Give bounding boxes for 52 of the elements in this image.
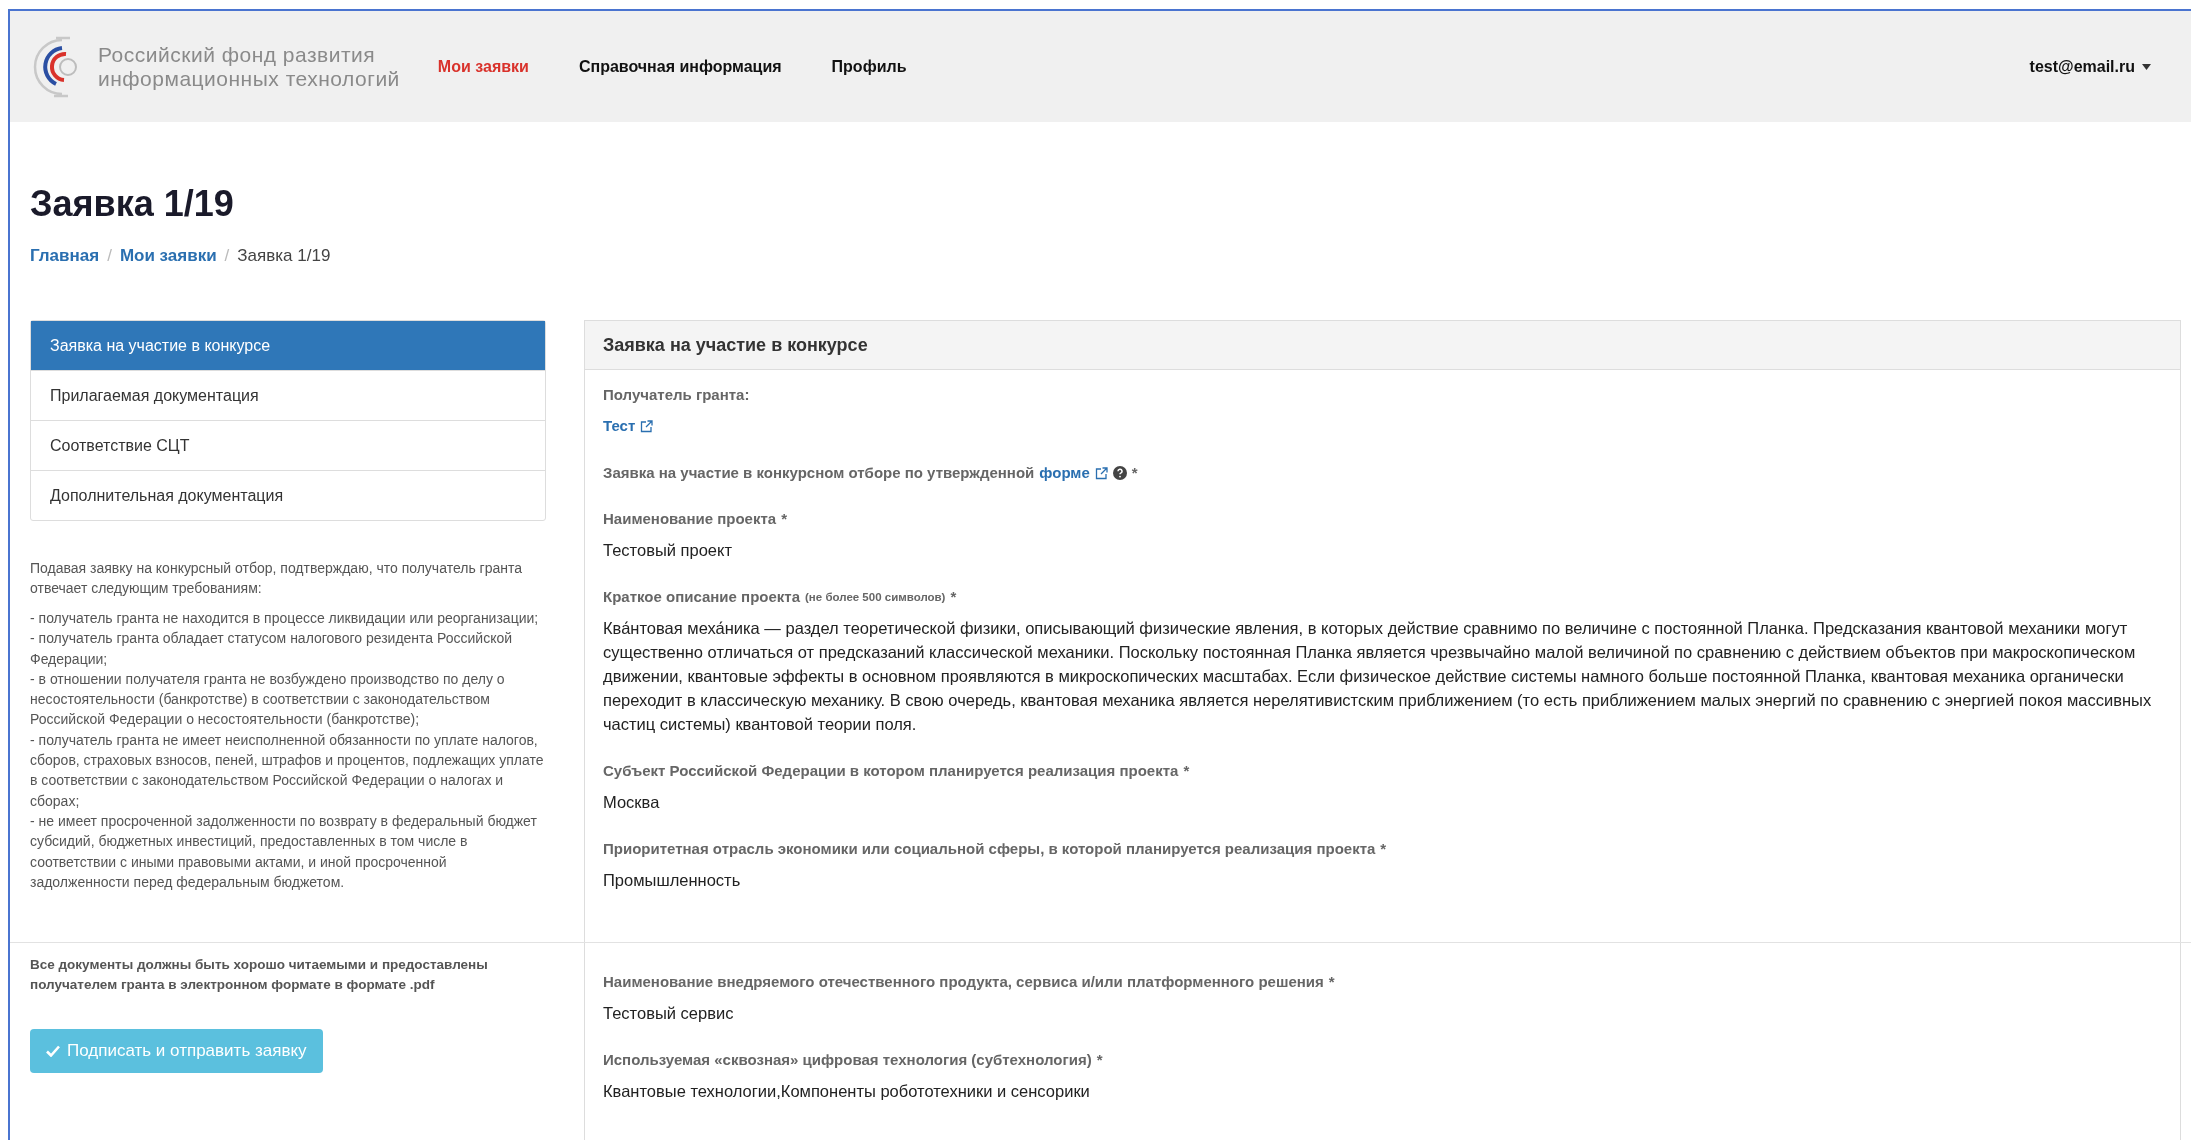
requirement-text: - получатель гранта не находится в процессе ликвидации или реорганизации; xyxy=(30,609,540,628)
field-label: Приоритетная отрасль экономики или социальной сферы, в которой планируется реализация проекта xyxy=(603,839,1376,859)
nav-link[interactable]: Мои заявки xyxy=(437,57,529,76)
requirement-text: - не имеет просроченной задолженности по возврату в федеральный бюджет субсидий, бюджетных инвестиций, предоставленных в том числе в соответствии с иными правовыми актами, и иной просроченной задолженности перед федеральным бюджетом. xyxy=(30,811,538,892)
field-value: Москва xyxy=(603,792,661,813)
field-label: Наименование проекта xyxy=(603,509,777,529)
field-label: Краткое описание проекта xyxy=(603,587,800,607)
breadcrumb-separator: / xyxy=(224,246,230,266)
field-value: Тестовый сервис xyxy=(603,1003,735,1024)
requirement-text: - в отношении получателя гранта не возбуждено производство по делу о несостоятельности (банкротстве) в соответствии с законодательством Российской Федерации о несостоятельности (банкротстве); xyxy=(30,669,506,730)
field-label: Используемая «сквозная» цифровая технология (субтехнология) xyxy=(603,1050,1092,1070)
external-link-icon xyxy=(1094,466,1108,480)
required-mark: * xyxy=(1380,839,1387,859)
field-label: Получатель гранта: xyxy=(603,385,751,405)
form-link[interactable]: форме xyxy=(1039,462,1108,484)
recipient-link[interactable]: Тест xyxy=(603,414,654,438)
nav-link[interactable]: Профиль xyxy=(831,57,907,76)
required-mark: * xyxy=(950,587,957,607)
required-mark: * xyxy=(1328,972,1335,992)
field-value: Тестовый проект xyxy=(603,540,733,561)
required-mark: * xyxy=(1183,761,1190,781)
caret-icon xyxy=(2142,63,2151,70)
requirement-text: - получатель гранта не имеет неисполненной обязанности по уплате налогов, сборов, страховых взносов, пеней, штрафов и процентов, подлежащих уплате в соответствии с законодательством Российской Федерации о налогах и сборах; xyxy=(30,730,545,811)
breadcrumb-separator: / xyxy=(107,246,112,266)
sidebar-item[interactable]: Заявка на участие в конкурсе xyxy=(31,321,545,370)
required-mark: * xyxy=(1131,463,1138,483)
external-link-icon xyxy=(640,419,654,433)
required-mark: * xyxy=(781,509,787,529)
user-menu[interactable]: test@email.ru xyxy=(2029,57,2151,76)
requirements-intro: Подавая заявку на конкурсный отбор, подтверждаю, что получатель гранта отвечает следующим требованиям: xyxy=(30,559,523,598)
field-label: Субъект Российской Федерации в котором планируется реализация проекта xyxy=(603,761,1179,781)
checkmark-icon xyxy=(46,1045,60,1057)
sidebar-item[interactable]: Прилагаемая документация xyxy=(31,370,545,420)
logo-text: Российский фонд развития информационных технологий xyxy=(98,42,400,91)
field-value: Квантовые технологии,Компоненты робототехники и сенсорики xyxy=(603,1081,1091,1102)
page-title: Заявка 1/19 xyxy=(30,182,235,226)
breadcrumb-current: Заявка 1/19 xyxy=(237,246,331,266)
sidebar-item[interactable]: Дополнительная документация xyxy=(31,470,545,520)
required-mark: * xyxy=(1096,1050,1103,1070)
breadcrumb-link[interactable]: Главная xyxy=(30,246,100,266)
field-hint: (не более 500 символов) xyxy=(805,590,946,605)
field-value: Промышленность xyxy=(603,870,742,891)
sidebar-item[interactable]: Соответствие СЦТ xyxy=(31,420,545,470)
field-label: Заявка на участие в конкурсном отборе по утвержденной xyxy=(603,463,1035,483)
requirement-text: - получатель гранта обладает статусом налогового резидента Российской Федерации; xyxy=(30,629,514,669)
help-icon[interactable] xyxy=(1112,466,1127,480)
field-value: Ква́нтовая меха́ника — раздел теоретической физики, описывающий физические явления, в которых действие сравнимо по величине с постоянной Планка. Предсказания квантовой механики могут существенно отличаться от предсказаний классической механики. Поскольку постоянная Планка является чрезвычайно малой величиной по сравнению с действием объектов при макроскопическом движении, квантовые эффекты в основном проявляются в микроскопических масштабах. Если физическое действие системы намного больше постоянной Планка, квантовая механика органически переходит в классическую механику. В свою очередь, квантовая механика является нерелятивистским приближением (то есть приближением малых энергий по сравнению с энергией покоя массивных частиц системы) квантовой теории поля. xyxy=(603,618,2153,735)
documents-note: Все документы должны быть хорошо читаемыми и предоставлены получателем гранта в электронном формате в формате .pdf xyxy=(30,956,489,994)
breadcrumb-link[interactable]: Мои заявки xyxy=(119,246,217,266)
panel-heading: Заявка на участие в конкурсе xyxy=(585,321,2180,370)
nav-link[interactable]: Справочная информация xyxy=(578,57,782,76)
field-label: Наименование внедряемого отечественного продукта, сервиса и/или платформенного решения xyxy=(603,972,1324,992)
